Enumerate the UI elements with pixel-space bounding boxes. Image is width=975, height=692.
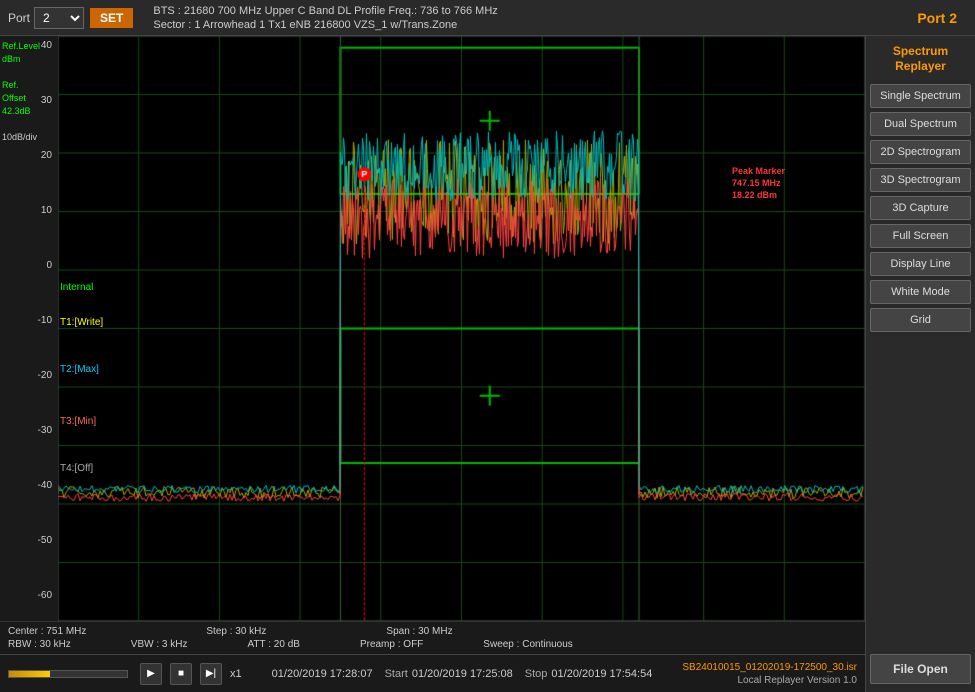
bottom-status-bar: Center : 751 MHz Step : 30 kHz Span : 30…	[0, 621, 865, 654]
bottom-bar-row2: RBW : 30 kHz VBW : 3 kHz ATT : 20 dB Pre…	[8, 638, 857, 651]
center-freq: Center : 751 MHz	[8, 626, 86, 637]
main-layout: Ref.Level dBm Ref. Offset 42.3dB 10dB/di…	[0, 36, 975, 692]
plot-area: Internal T1:[Write] T2:[Max] T3:[Min] T4…	[58, 36, 865, 621]
start-label: Start	[385, 668, 408, 680]
dual-spectrum-button[interactable]: Dual Spectrum	[870, 112, 971, 136]
step: Step : 30 kHz	[206, 626, 266, 637]
set-button[interactable]: SET	[90, 8, 133, 28]
port-right-label: Port 2	[917, 10, 957, 26]
file-info: SB24010015_01202019-172500_30.isr Local …	[682, 661, 857, 687]
right-sidebar: SpectrumReplayer Single Spectrum Dual Sp…	[865, 36, 975, 692]
t2-label: T2:[Max]	[60, 364, 99, 375]
progress-track[interactable]	[8, 670, 128, 678]
3d-spectrogram-button[interactable]: 3D Spectrogram	[870, 168, 971, 192]
port-select[interactable]: 2 1	[34, 7, 84, 29]
stop-time: 01/20/2019 17:54:54	[551, 668, 652, 680]
t3-label: T3:[Min]	[60, 416, 96, 427]
bts-info: BTS : 21680 700 MHz Upper C Band DL Prof…	[153, 4, 917, 32]
filename: SB24010015_01202019-172500_30.isr	[682, 661, 857, 674]
chart-area: Ref.Level dBm Ref. Offset 42.3dB 10dB/di…	[0, 36, 865, 692]
port-label: Port	[8, 11, 30, 25]
current-time: 01/20/2019 17:28:07	[272, 668, 373, 680]
span: Span : 30 MHz	[386, 626, 452, 637]
version-info: Local Replayer Version 1.0	[682, 674, 857, 687]
file-open-button[interactable]: File Open	[870, 654, 971, 684]
y-axis-labels: 40 30 20 10 0 -10 -20 -30 -40 -50 -60	[0, 36, 58, 621]
top-bar: Port 2 1 SET BTS : 21680 700 MHz Upper C…	[0, 0, 975, 36]
preamp: Preamp : OFF	[360, 639, 423, 650]
stop-button[interactable]: ■	[170, 663, 192, 685]
start-time: 01/20/2019 17:25:08	[412, 668, 513, 680]
time-info: 01/20/2019 17:28:07 Start 01/20/2019 17:…	[250, 668, 675, 680]
y-axis: Ref.Level dBm Ref. Offset 42.3dB 10dB/di…	[0, 36, 58, 621]
bts-line2: Sector : 1 Arrowhead 1 Tx1 eNB 216800 VZ…	[153, 18, 917, 32]
t1-label: T1:[Write]	[60, 317, 103, 328]
speed-label: x1	[230, 668, 242, 680]
spectrum-canvas	[58, 36, 865, 621]
rbw: RBW : 30 kHz	[8, 639, 71, 650]
single-spectrum-button[interactable]: Single Spectrum	[870, 84, 971, 108]
start-section: Start 01/20/2019 17:25:08	[385, 668, 513, 680]
stop-section: Stop 01/20/2019 17:54:54	[525, 668, 653, 680]
att: ATT : 20 dB	[247, 639, 299, 650]
internal-label: Internal	[60, 282, 93, 293]
vbw: VBW : 3 kHz	[131, 639, 188, 650]
bts-line1: BTS : 21680 700 MHz Upper C Band DL Prof…	[153, 4, 917, 18]
chart-container: Ref.Level dBm Ref. Offset 42.3dB 10dB/di…	[0, 36, 865, 621]
bottom-bar-row1: Center : 751 MHz Step : 30 kHz Span : 30…	[8, 625, 857, 638]
sweep: Sweep : Continuous	[483, 639, 573, 650]
t4-label: T4:[Off]	[60, 463, 93, 474]
next-button[interactable]: ▶|	[200, 663, 222, 685]
display-line-button[interactable]: Display Line	[870, 252, 971, 276]
3d-capture-button[interactable]: 3D Capture	[870, 196, 971, 220]
grid-button[interactable]: Grid	[870, 308, 971, 332]
white-mode-button[interactable]: White Mode	[870, 280, 971, 304]
transport-bar: ▶ ■ ▶| x1 01/20/2019 17:28:07 Start 01/2…	[0, 654, 865, 692]
stop-label: Stop	[525, 668, 548, 680]
progress-fill	[9, 671, 50, 677]
play-button[interactable]: ▶	[140, 663, 162, 685]
2d-spectrogram-button[interactable]: 2D Spectrogram	[870, 140, 971, 164]
sidebar-title: SpectrumReplayer	[870, 44, 971, 74]
full-screen-button[interactable]: Full Screen	[870, 224, 971, 248]
